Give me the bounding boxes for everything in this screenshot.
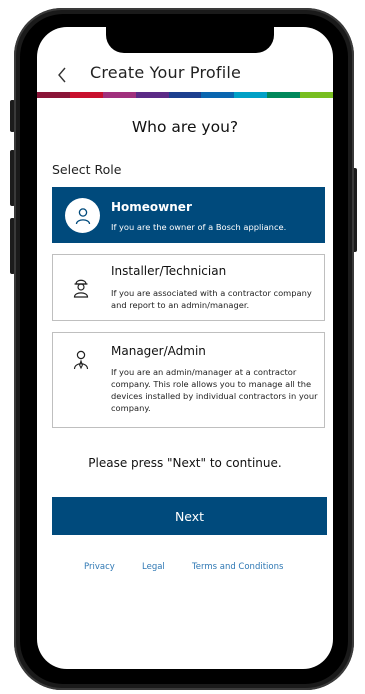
footer-links: Privacy Legal Terms and Conditions <box>37 562 333 576</box>
phone-screen: Create Your Profile Who are you? Select … <box>37 27 333 669</box>
stage: Create Your Profile Who are you? Select … <box>0 0 365 694</box>
role-card-manager[interactable]: Manager/Admin If you are an admin/manage… <box>52 332 325 428</box>
page-title: Create Your Profile <box>90 63 242 82</box>
brand-color-segment <box>135 92 169 98</box>
next-button[interactable]: Next <box>52 497 327 535</box>
role-card-homeowner[interactable]: Homeowner If you are the owner of a Bosc… <box>52 187 325 243</box>
terms-link[interactable]: Terms and Conditions <box>192 562 283 572</box>
brand-color-bar <box>37 92 333 98</box>
technician-icon <box>71 276 91 302</box>
legal-link[interactable]: Legal <box>142 562 165 572</box>
role-description: If you are associated with a contractor … <box>111 288 312 310</box>
role-card-installer[interactable]: Installer/Technician If you are associat… <box>52 254 325 321</box>
brand-color-segment <box>267 92 301 98</box>
role-description: If you are an admin/manager at a contrac… <box>111 367 318 413</box>
chevron-left-icon <box>58 67 66 83</box>
brand-color-segment <box>234 92 268 98</box>
brand-color-segment <box>168 92 202 98</box>
privacy-link[interactable]: Privacy <box>84 562 115 572</box>
app-header: Create Your Profile <box>37 57 333 93</box>
phone-notch <box>106 25 274 53</box>
brand-color-segment <box>37 92 70 98</box>
continue-instruction: Please press "Next" to continue. <box>88 456 282 470</box>
role-description: If you are the owner of a Bosch applianc… <box>111 222 287 232</box>
role-title: Manager/Admin <box>111 344 206 358</box>
brand-color-segment <box>201 92 235 98</box>
person-icon <box>65 198 100 233</box>
brand-color-segment <box>300 92 333 98</box>
manager-icon <box>71 349 91 375</box>
select-role-label: Select Role <box>52 162 122 177</box>
role-title: Installer/Technician <box>111 264 227 278</box>
back-button[interactable] <box>51 61 73 89</box>
brand-color-segment <box>102 92 136 98</box>
brand-color-segment <box>69 92 103 98</box>
role-title: Homeowner <box>111 200 192 214</box>
question-heading: Who are you? <box>131 118 239 136</box>
